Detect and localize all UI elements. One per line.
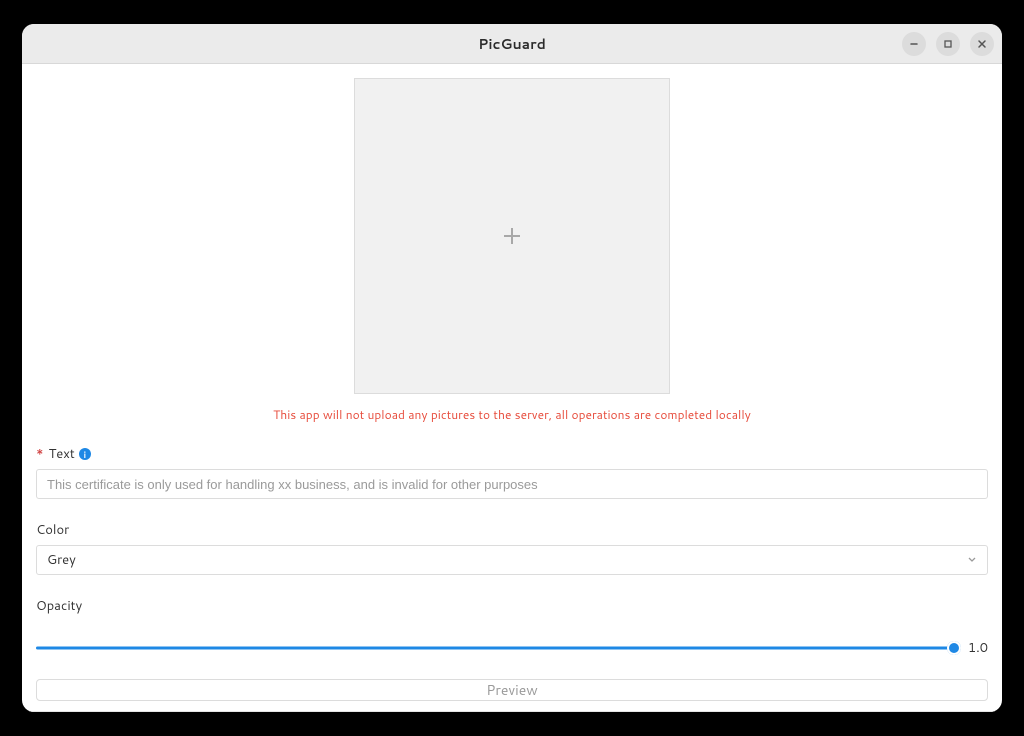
text-label-text: Text — [49, 445, 75, 463]
info-icon[interactable]: i — [79, 448, 91, 460]
minimize-icon — [909, 39, 919, 49]
watermark-text-input[interactable] — [36, 469, 988, 499]
footer-bar: Save — [22, 711, 1002, 712]
slider-thumb[interactable] — [947, 641, 961, 655]
preview-button-label: Preview — [486, 680, 538, 700]
opacity-field-label: Opacity — [36, 597, 988, 615]
local-processing-notice: This app will not upload any pictures to… — [273, 406, 751, 423]
plus-icon — [500, 224, 524, 248]
color-field: Color Grey — [36, 521, 988, 575]
color-select-value: Grey — [47, 551, 76, 569]
window-controls — [902, 32, 994, 56]
settings-button[interactable] — [970, 711, 988, 713]
opacity-slider[interactable] — [36, 641, 954, 655]
chevron-down-icon — [967, 551, 977, 569]
image-dropzone[interactable] — [354, 78, 670, 394]
opacity-slider-row: 1.0 — [36, 621, 988, 657]
color-select[interactable]: Grey — [36, 545, 988, 575]
titlebar: PicGuard — [22, 24, 1002, 64]
text-field: * Text i — [36, 445, 988, 499]
app-window: PicGuard This app will not upload any pi… — [22, 24, 1002, 712]
window-title: PicGuard — [478, 34, 546, 54]
maximize-icon — [943, 39, 953, 49]
minimize-button[interactable] — [902, 32, 926, 56]
maximize-button[interactable] — [936, 32, 960, 56]
color-label-text: Color — [36, 521, 69, 539]
color-field-label: Color — [36, 521, 988, 539]
opacity-field: Opacity 1.0 — [36, 597, 988, 657]
opacity-label-text: Opacity — [36, 597, 82, 615]
close-button[interactable] — [970, 32, 994, 56]
slider-track — [36, 647, 954, 650]
text-field-label: * Text i — [36, 445, 988, 463]
preview-button[interactable]: Preview — [36, 679, 988, 701]
upload-region: This app will not upload any pictures to… — [36, 78, 988, 423]
content-area: This app will not upload any pictures to… — [22, 64, 1002, 712]
gear-icon — [970, 711, 988, 713]
close-icon — [977, 39, 987, 49]
opacity-value: 1.0 — [964, 639, 988, 657]
required-mark: * — [36, 445, 44, 463]
